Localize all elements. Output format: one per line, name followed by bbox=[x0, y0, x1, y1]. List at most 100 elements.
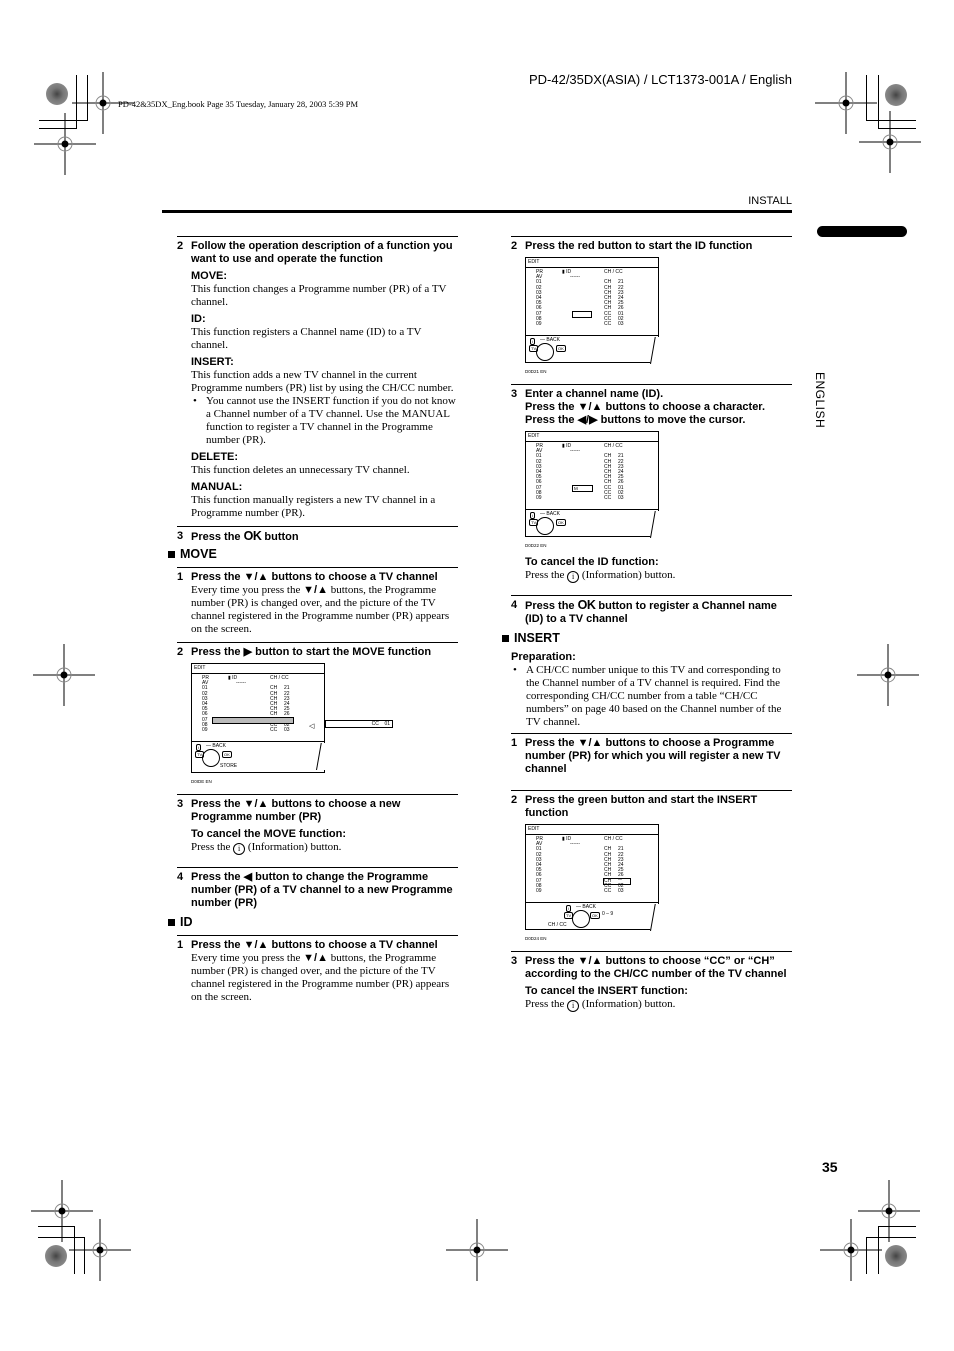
osd-corner bbox=[650, 511, 664, 538]
insert-step-1: 1 Press the ▼/▲ buttons to choose a Progr… bbox=[511, 733, 792, 776]
osd-back-label: BACK bbox=[546, 511, 561, 517]
text: Press the bbox=[191, 939, 241, 951]
registration-disc-top-left bbox=[46, 83, 68, 105]
osd-channel-list: PR ▮ ID CH / CC AV ------ 01 CH 21 02 CH 22 03 C… bbox=[536, 443, 646, 501]
step-number: 3 bbox=[511, 955, 518, 967]
preparation-note: • A CH/CC number unique to this TV and co… bbox=[513, 664, 792, 729]
text: Press the bbox=[525, 569, 565, 581]
step-number: 2 bbox=[177, 646, 184, 658]
info-button-icon: i bbox=[233, 843, 246, 855]
osd-corner bbox=[316, 743, 330, 770]
info-button-icon: i bbox=[567, 1000, 580, 1012]
text: Press the bbox=[525, 600, 575, 612]
move-step-3: 3 Press the ▼/▲ buttons to choose a new P… bbox=[177, 794, 458, 855]
registration-mark-icon bbox=[857, 644, 919, 706]
step-title: Press the green button and start the INS… bbox=[525, 794, 758, 819]
ok-key-icon: OK bbox=[222, 751, 232, 758]
step-number: 4 bbox=[511, 599, 518, 611]
osd-move-popup: CC 01 bbox=[325, 720, 393, 728]
bullet-icon: • bbox=[193, 395, 197, 407]
text: Press the bbox=[525, 414, 575, 426]
step-number: 4 bbox=[177, 871, 184, 883]
function-desc-insert: This function adds a new TV channel in t… bbox=[191, 369, 454, 394]
move-step-2: 2 Press the ▶ button to start the MOVE fu… bbox=[177, 642, 458, 788]
osd-move-highlight bbox=[212, 716, 294, 724]
section-title: INSERT bbox=[514, 631, 560, 645]
down-up-arrow-icon: ▼/▲ bbox=[243, 571, 269, 583]
osd-store-label: STORE bbox=[220, 763, 238, 769]
osd-back-label: BACK bbox=[212, 743, 227, 749]
id-step-1: 1 Press the ▼/▲ buttons to choose a TV ch… bbox=[177, 935, 458, 1004]
text: (Information) button. bbox=[581, 569, 676, 581]
bullet-icon: • bbox=[513, 664, 517, 676]
osd-row: 09 CC 03 bbox=[536, 494, 624, 501]
down-up-arrow-icon: ▼/▲ bbox=[577, 955, 603, 967]
section-id: ID bbox=[168, 916, 458, 929]
text: Press the bbox=[191, 871, 241, 883]
osd-row: 09 CC 03 bbox=[536, 887, 624, 894]
text: Press the bbox=[525, 998, 565, 1010]
cancel-title: To cancel the INSERT function: bbox=[525, 985, 688, 997]
osd-title: EDIT bbox=[526, 258, 658, 268]
cancel-title: To cancel the ID function: bbox=[525, 556, 659, 568]
function-name-id: ID: bbox=[191, 313, 206, 325]
section-label: INSTALL bbox=[748, 195, 792, 207]
figure-code: D0D24 EN bbox=[525, 936, 547, 941]
registration-mark-icon bbox=[820, 1219, 882, 1281]
text: Press the bbox=[191, 646, 241, 658]
osd-row-selected: 07 CC 01 bbox=[536, 310, 624, 318]
down-up-arrow-icon: ▼/▲ bbox=[303, 952, 328, 964]
function-desc-manual: This function manually registers a new T… bbox=[191, 494, 436, 519]
insert-note: • You cannot use the INSERT function if y… bbox=[193, 395, 458, 447]
ok-key-icon: OK bbox=[590, 912, 600, 919]
registration-disc-top-right bbox=[885, 84, 907, 106]
dpad-icon bbox=[536, 517, 554, 535]
osd-title: EDIT bbox=[526, 432, 658, 442]
section-bullet-icon bbox=[502, 635, 509, 642]
section-bullet-icon bbox=[168, 919, 175, 926]
step-number: 1 bbox=[177, 571, 184, 583]
text: buttons to choose a TV channel bbox=[271, 571, 438, 583]
ok-button-icon: OK bbox=[243, 529, 262, 543]
step-number: 3 bbox=[511, 388, 518, 400]
function-desc-move: This function changes a Programme number… bbox=[191, 283, 447, 308]
registration-disc-bottom-right bbox=[885, 1245, 907, 1267]
dpad-icon bbox=[536, 343, 554, 361]
registration-mark-icon bbox=[859, 111, 921, 173]
registration-mark-icon bbox=[33, 644, 95, 706]
text: Enter a channel name (ID). bbox=[525, 388, 664, 400]
info-button-icon: i bbox=[567, 571, 580, 583]
figure-code: D0D22 EN bbox=[525, 543, 547, 548]
step-number: 2 bbox=[511, 240, 518, 252]
text: button to start the MOVE function bbox=[255, 646, 432, 658]
osd-screen-id-entry: EDIT PR ▮ ID CH / CC AV ------ 01 CH 21 02 CH 2… bbox=[525, 431, 664, 538]
osd-controls: i — BACK TV OK bbox=[526, 335, 664, 364]
function-name-move: MOVE: bbox=[191, 270, 228, 282]
move-step-1: 1 Press the ▼/▲ buttons to choose a TV ch… bbox=[177, 567, 458, 636]
osd-screen-id-start: EDIT PR ▮ ID CH / CC AV ------ 01 CH 21 02 CH 2… bbox=[525, 257, 664, 364]
osd-row: 09 CC 03 bbox=[202, 726, 290, 733]
text: (Information) button. bbox=[581, 998, 676, 1010]
osd-controls: i — BACK TV OK STORE bbox=[192, 741, 330, 770]
insert-step-3: 3 Press the ▼/▲ buttons to choose “CC” or… bbox=[511, 951, 792, 1012]
id-step-3: 3 Enter a channel name (ID). Press the ▼/▲… bbox=[511, 384, 792, 583]
osd-insert-cursor bbox=[603, 877, 631, 885]
side-tab-marker bbox=[817, 226, 907, 237]
osd-controls: i — BACK TV OK 0 – 9 CH / CC bbox=[526, 902, 664, 931]
crop-mark bbox=[878, 1226, 916, 1227]
registration-disc-bottom-left bbox=[45, 1245, 67, 1267]
function-name-delete: DELETE: bbox=[191, 451, 239, 463]
insert-step-2: 2 Press the green button and start the IN… bbox=[511, 790, 792, 945]
text: button bbox=[264, 531, 299, 543]
dpad-icon bbox=[572, 910, 590, 928]
registration-mark-icon bbox=[34, 113, 96, 175]
figure-code: D0D21 EN bbox=[525, 369, 547, 374]
step-choose-function: 2 Follow the operation description of a f… bbox=[177, 236, 458, 520]
registration-mark-icon bbox=[69, 1219, 131, 1281]
down-up-arrow-icon: ▼/▲ bbox=[577, 737, 603, 749]
osd-screen-move: EDIT PR ▮ ID CH / CC AV ------ 01 CH 21 02 CH 2… bbox=[191, 663, 330, 773]
text: Press the bbox=[191, 841, 231, 853]
function-name-insert: INSERT: bbox=[191, 356, 234, 368]
right-column: 2 Press the red button to start the ID fu… bbox=[502, 236, 792, 1018]
step-number: 3 bbox=[177, 798, 184, 810]
